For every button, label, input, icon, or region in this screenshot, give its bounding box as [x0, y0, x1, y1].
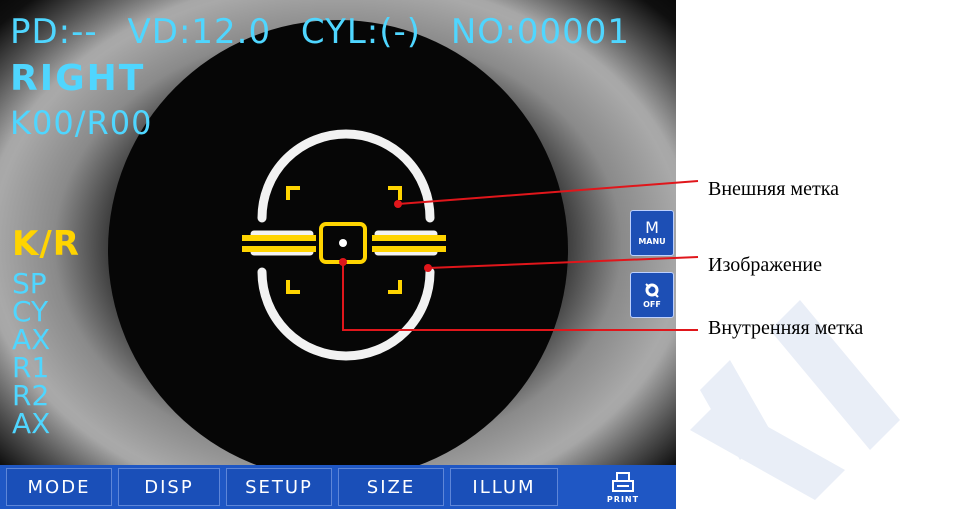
vd-value: VD:12.0 [127, 12, 272, 52]
illumination-icon [645, 283, 659, 298]
image-annotation: Изображение [708, 254, 822, 276]
manual-label: MANU [638, 237, 666, 246]
measurement-label: AX [12, 407, 51, 440]
manual-icon: M [645, 218, 659, 237]
measurement-list: SP CY AX R1 R2 AX [12, 270, 50, 438]
menu-disp-button[interactable]: DISP [118, 468, 220, 506]
eye-side-label: RIGHT [10, 58, 146, 99]
device-screen: PD:-- VD:12.0 CYL:(-) NO:00001 RIGHT K00… [0, 0, 676, 509]
pd-value: PD:-- [10, 12, 98, 52]
record-number: NO:00001 [450, 12, 631, 52]
bottom-menu: MODE DISP SETUP SIZE ILLUM PRINT [0, 465, 676, 509]
outer-mark-annotation: Внешняя метка [708, 178, 839, 200]
measurement-mode: K/R [12, 224, 80, 264]
print-label: PRINT [606, 494, 640, 504]
measurement-label: SP [12, 267, 47, 300]
printer-icon [612, 471, 634, 492]
measurement-label: AX [12, 323, 51, 356]
menu-setup-button[interactable]: SETUP [226, 468, 332, 506]
illumination-label: OFF [643, 300, 661, 309]
measurement-label: R1 [12, 351, 50, 384]
manual-mode-button[interactable]: M MANU [630, 210, 674, 256]
cyl-value: CYL:(-) [300, 12, 422, 52]
illumination-button[interactable]: OFF [630, 272, 674, 318]
inner-mark-annotation: Внутренняя метка [708, 317, 864, 339]
measurement-label: R2 [12, 379, 50, 412]
measurement-label: CY [12, 295, 49, 328]
menu-size-button[interactable]: SIZE [338, 468, 444, 506]
menu-mode-button[interactable]: MODE [6, 468, 112, 506]
kr-code: K00/R00 [10, 104, 153, 142]
print-button[interactable]: PRINT [590, 465, 656, 509]
menu-illum-button[interactable]: ILLUM [450, 468, 558, 506]
header-line: PD:-- VD:12.0 CYL:(-) NO:00001 [10, 12, 630, 52]
